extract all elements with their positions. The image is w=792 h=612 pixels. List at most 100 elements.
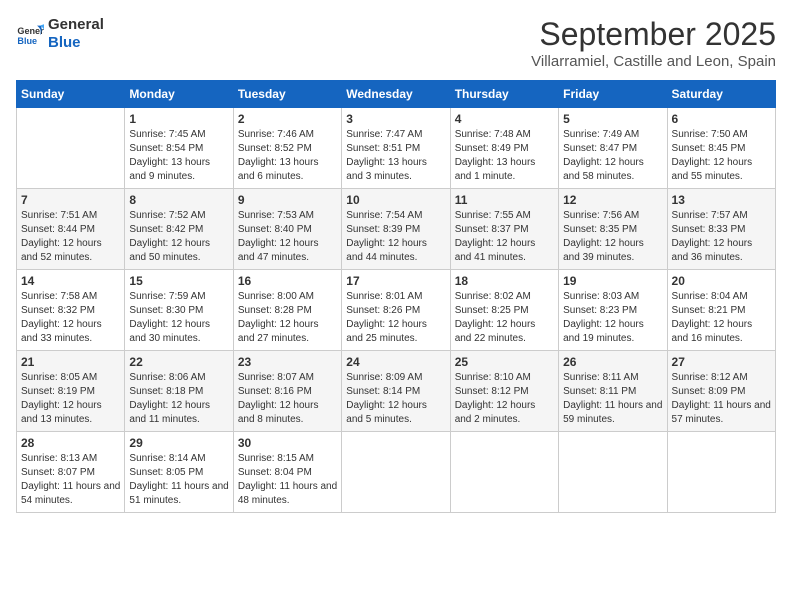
calendar-cell: 28 Sunrise: 8:13 AMSunset: 8:07 PMDayligh… xyxy=(17,432,125,513)
page-header: General Blue General Blue September 2025… xyxy=(16,16,776,70)
day-content: Sunrise: 7:51 AMSunset: 8:44 PMDaylight:… xyxy=(21,209,120,265)
day-number: 4 xyxy=(455,112,554,126)
title-block: September 2025 Villarramiel, Castille an… xyxy=(531,16,776,70)
calendar-cell: 11Sunrise: 7:55 AMSunset: 8:37 PMDayligh… xyxy=(450,189,558,270)
calendar-cell: 22Sunrise: 8:06 AMSunset: 8:18 PMDayligh… xyxy=(125,351,233,432)
logo: General Blue General Blue xyxy=(16,16,104,52)
header-saturday: Saturday xyxy=(667,81,775,108)
day-content: Sunrise: 7:59 AMSunset: 8:30 PMDaylight:… xyxy=(129,290,228,346)
header-thursday: Thursday xyxy=(450,81,558,108)
calendar-cell xyxy=(559,432,667,513)
day-number: 19 xyxy=(563,274,662,288)
calendar-cell: 17 Sunrise: 8:01 AMSunset: 8:26 PMDayligh… xyxy=(342,270,450,351)
calendar-cell: 9Sunrise: 7:53 AMSunset: 8:40 PMDaylight… xyxy=(233,189,341,270)
week-row-1: 7 Sunrise: 7:51 AMSunset: 8:44 PMDaylight… xyxy=(17,189,776,270)
day-content: Sunrise: 8:11 AMSunset: 8:11 PMDaylight:… xyxy=(563,371,662,427)
logo-line1: General xyxy=(48,16,104,34)
day-number: 28 xyxy=(21,436,120,450)
header-tuesday: Tuesday xyxy=(233,81,341,108)
day-content: Sunrise: 7:57 AMSunset: 8:33 PMDaylight:… xyxy=(672,209,771,265)
day-number: 20 xyxy=(672,274,771,288)
day-number: 13 xyxy=(672,193,771,207)
calendar-cell: 27 Sunrise: 8:12 AMSunset: 8:09 PMDayligh… xyxy=(667,351,775,432)
calendar-table: SundayMondayTuesdayWednesdayThursdayFrid… xyxy=(16,80,776,513)
logo-line2: Blue xyxy=(48,34,104,52)
day-content: Sunrise: 8:09 AMSunset: 8:14 PMDaylight:… xyxy=(346,371,445,427)
week-row-4: 28 Sunrise: 8:13 AMSunset: 8:07 PMDayligh… xyxy=(17,432,776,513)
day-number: 25 xyxy=(455,355,554,369)
header-wednesday: Wednesday xyxy=(342,81,450,108)
calendar-cell: 8 Sunrise: 7:52 AMSunset: 8:42 PMDaylight… xyxy=(125,189,233,270)
svg-text:Blue: Blue xyxy=(17,36,37,46)
day-content: Sunrise: 7:53 AMSunset: 8:40 PMDaylight:… xyxy=(238,209,337,265)
day-number: 18 xyxy=(455,274,554,288)
day-number: 29 xyxy=(129,436,228,450)
day-content: Sunrise: 8:01 AMSunset: 8:26 PMDaylight:… xyxy=(346,290,445,346)
day-number: 11 xyxy=(455,193,554,207)
day-content: Sunrise: 7:50 AMSunset: 8:45 PMDaylight:… xyxy=(672,128,771,184)
calendar-cell xyxy=(450,432,558,513)
calendar-cell: 5Sunrise: 7:49 AMSunset: 8:47 PMDaylight… xyxy=(559,108,667,189)
week-row-3: 21 Sunrise: 8:05 AMSunset: 8:19 PMDayligh… xyxy=(17,351,776,432)
calendar-cell: 3 Sunrise: 7:47 AMSunset: 8:51 PMDaylight… xyxy=(342,108,450,189)
day-content: Sunrise: 8:14 AMSunset: 8:05 PMDaylight:… xyxy=(129,452,228,508)
week-row-2: 14 Sunrise: 7:58 AMSunset: 8:32 PMDayligh… xyxy=(17,270,776,351)
day-number: 6 xyxy=(672,112,771,126)
day-content: Sunrise: 8:03 AMSunset: 8:23 PMDaylight:… xyxy=(563,290,662,346)
day-number: 12 xyxy=(563,193,662,207)
calendar-cell: 19 Sunrise: 8:03 AMSunset: 8:23 PMDayligh… xyxy=(559,270,667,351)
day-number: 27 xyxy=(672,355,771,369)
day-content: Sunrise: 8:06 AMSunset: 8:18 PMDaylight:… xyxy=(129,371,228,427)
calendar-cell: 23Sunrise: 8:07 AMSunset: 8:16 PMDayligh… xyxy=(233,351,341,432)
day-number: 8 xyxy=(129,193,228,207)
week-row-0: 1 Sunrise: 7:45 AMSunset: 8:54 PMDaylight… xyxy=(17,108,776,189)
header-monday: Monday xyxy=(125,81,233,108)
day-number: 15 xyxy=(129,274,228,288)
day-number: 16 xyxy=(238,274,337,288)
day-number: 23 xyxy=(238,355,337,369)
day-content: Sunrise: 8:04 AMSunset: 8:21 PMDaylight:… xyxy=(672,290,771,346)
calendar-cell: 20 Sunrise: 8:04 AMSunset: 8:21 PMDayligh… xyxy=(667,270,775,351)
day-number: 10 xyxy=(346,193,445,207)
calendar-cell: 13 Sunrise: 7:57 AMSunset: 8:33 PMDayligh… xyxy=(667,189,775,270)
day-content: Sunrise: 7:47 AMSunset: 8:51 PMDaylight:… xyxy=(346,128,445,184)
calendar-cell: 18 Sunrise: 8:02 AMSunset: 8:25 PMDayligh… xyxy=(450,270,558,351)
day-content: Sunrise: 7:46 AMSunset: 8:52 PMDaylight:… xyxy=(238,128,337,184)
header-sunday: Sunday xyxy=(17,81,125,108)
day-content: Sunrise: 8:15 AMSunset: 8:04 PMDaylight:… xyxy=(238,452,337,508)
day-content: Sunrise: 7:52 AMSunset: 8:42 PMDaylight:… xyxy=(129,209,228,265)
calendar-cell: 10 Sunrise: 7:54 AMSunset: 8:39 PMDayligh… xyxy=(342,189,450,270)
calendar-cell: 14 Sunrise: 7:58 AMSunset: 8:32 PMDayligh… xyxy=(17,270,125,351)
day-number: 1 xyxy=(129,112,228,126)
day-number: 17 xyxy=(346,274,445,288)
day-content: Sunrise: 8:05 AMSunset: 8:19 PMDaylight:… xyxy=(21,371,120,427)
calendar-title: September 2025 xyxy=(531,16,776,53)
calendar-cell: 7 Sunrise: 7:51 AMSunset: 8:44 PMDaylight… xyxy=(17,189,125,270)
calendar-cell: 15 Sunrise: 7:59 AMSunset: 8:30 PMDayligh… xyxy=(125,270,233,351)
day-number: 26 xyxy=(563,355,662,369)
calendar-cell: 1 Sunrise: 7:45 AMSunset: 8:54 PMDaylight… xyxy=(125,108,233,189)
day-content: Sunrise: 8:02 AMSunset: 8:25 PMDaylight:… xyxy=(455,290,554,346)
calendar-cell: 16Sunrise: 8:00 AMSunset: 8:28 PMDayligh… xyxy=(233,270,341,351)
logo-icon: General Blue xyxy=(16,20,44,48)
day-number: 3 xyxy=(346,112,445,126)
day-content: Sunrise: 7:54 AMSunset: 8:39 PMDaylight:… xyxy=(346,209,445,265)
calendar-cell: 21 Sunrise: 8:05 AMSunset: 8:19 PMDayligh… xyxy=(17,351,125,432)
day-number: 7 xyxy=(21,193,120,207)
day-number: 5 xyxy=(563,112,662,126)
day-content: Sunrise: 7:48 AMSunset: 8:49 PMDaylight:… xyxy=(455,128,554,184)
calendar-cell: 30 Sunrise: 8:15 AMSunset: 8:04 PMDayligh… xyxy=(233,432,341,513)
calendar-header-row: SundayMondayTuesdayWednesdayThursdayFrid… xyxy=(17,81,776,108)
day-number: 14 xyxy=(21,274,120,288)
day-number: 2 xyxy=(238,112,337,126)
day-content: Sunrise: 7:58 AMSunset: 8:32 PMDaylight:… xyxy=(21,290,120,346)
day-number: 30 xyxy=(238,436,337,450)
day-number: 21 xyxy=(21,355,120,369)
calendar-cell: 25Sunrise: 8:10 AMSunset: 8:12 PMDayligh… xyxy=(450,351,558,432)
calendar-cell: 24 Sunrise: 8:09 AMSunset: 8:14 PMDayligh… xyxy=(342,351,450,432)
day-content: Sunrise: 8:13 AMSunset: 8:07 PMDaylight:… xyxy=(21,452,120,508)
calendar-cell xyxy=(342,432,450,513)
day-content: Sunrise: 8:12 AMSunset: 8:09 PMDaylight:… xyxy=(672,371,771,427)
day-content: Sunrise: 7:45 AMSunset: 8:54 PMDaylight:… xyxy=(129,128,228,184)
day-number: 24 xyxy=(346,355,445,369)
